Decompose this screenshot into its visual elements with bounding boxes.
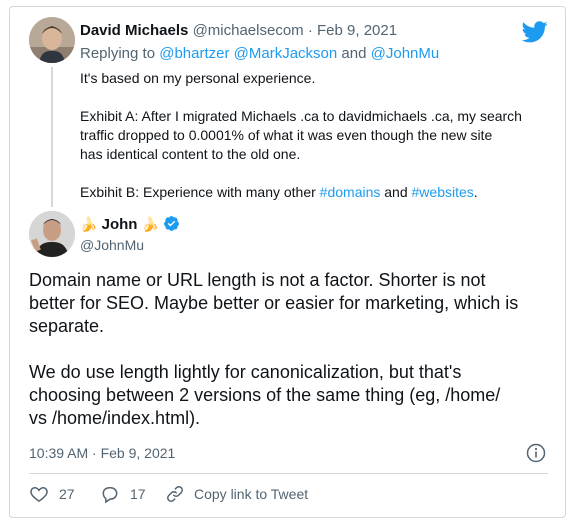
hashtag-websites[interactable]: #websites <box>412 184 474 200</box>
main-author-name[interactable]: John <box>102 216 138 233</box>
copy-link-label: Copy link to Tweet <box>194 486 309 502</box>
reply-text-fragment: and <box>384 184 408 200</box>
verified-badge-icon <box>164 216 180 231</box>
reply-text-fragment: Exbihit B: Experience with many other <box>80 184 316 200</box>
hashtag-domains[interactable]: #domains <box>320 184 381 200</box>
like-button[interactable]: 27 <box>29 484 75 504</box>
reply-count: 17 <box>130 486 146 502</box>
reply-date[interactable]: Feb 9, 2021 <box>317 22 397 39</box>
reply-button[interactable]: 17 <box>100 484 146 504</box>
reply-text-line: It's based on my personal experience. <box>80 70 316 86</box>
main-author-row: 🍌 John 🍌 <box>80 215 180 233</box>
avatar[interactable] <box>29 17 75 63</box>
link-icon <box>167 486 183 502</box>
tweet-text-line: choosing between 2 versions of the same … <box>29 385 501 405</box>
banana-emoji-icon: 🍌 <box>141 216 160 232</box>
reply-bubble-icon <box>102 487 118 504</box>
reply-text-line: traffic dropped to 0.0001% of what it wa… <box>80 127 493 143</box>
reply-author-name[interactable]: David Michaels <box>80 22 188 39</box>
avatar-image <box>29 211 75 257</box>
main-author-handle[interactable]: @JohnMu <box>80 237 144 253</box>
mention-markjackson[interactable]: @MarkJackson <box>234 45 338 62</box>
heart-icon <box>30 486 48 502</box>
tweet-timestamp[interactable]: 10:39 AM · Feb 9, 2021 <box>29 445 175 461</box>
reply-text-line: has identical content to the old one. <box>80 146 301 162</box>
mention-johnmu[interactable]: @JohnMu <box>371 45 440 62</box>
replying-to-and: and <box>341 45 367 62</box>
header-separator: · <box>307 22 313 39</box>
avatar[interactable] <box>29 211 75 257</box>
tweet-text-line: Domain name or URL length is not a facto… <box>29 270 486 290</box>
tweet-text-line: separate. <box>29 316 105 336</box>
copy-link-button[interactable]: Copy link to Tweet <box>165 484 308 504</box>
banana-emoji-icon: 🍌 <box>80 216 98 232</box>
thread-connector-line <box>51 67 53 207</box>
reply-body: It's based on my personal experience. Ex… <box>80 69 522 202</box>
tweet-text-line: vs /home/index.html). <box>29 408 201 428</box>
main-tweet-body: Domain name or URL length is not a facto… <box>29 269 518 430</box>
reply-text-fragment: . <box>473 184 478 200</box>
actions-divider <box>29 473 548 474</box>
reply-header: David Michaels @michaelsecom · Feb 9, 20… <box>80 22 397 39</box>
like-count: 27 <box>59 486 75 502</box>
reply-text-line: Exbihit B: Experience with many other #d… <box>80 183 522 202</box>
replying-to-line: Replying to @bhartzer @MarkJackson and @… <box>80 45 439 62</box>
twitter-bird-icon[interactable] <box>522 21 548 43</box>
avatar-image <box>29 17 75 63</box>
tweet-text-line: better for SEO. Maybe better or easier f… <box>29 293 519 313</box>
embedded-tweet-card: David Michaels @michaelsecom · Feb 9, 20… <box>9 6 566 518</box>
replying-to-label: Replying to <box>80 45 156 62</box>
tweet-text-line: We do use length lightly for canonicaliz… <box>29 362 462 382</box>
mention-bhartzer[interactable]: @bhartzer <box>159 45 229 62</box>
reply-text-line: Exhibit A: After I migrated Michaels .ca… <box>80 108 522 124</box>
reply-author-handle[interactable]: @michaelsecom <box>193 22 304 39</box>
info-icon[interactable] <box>526 443 546 463</box>
